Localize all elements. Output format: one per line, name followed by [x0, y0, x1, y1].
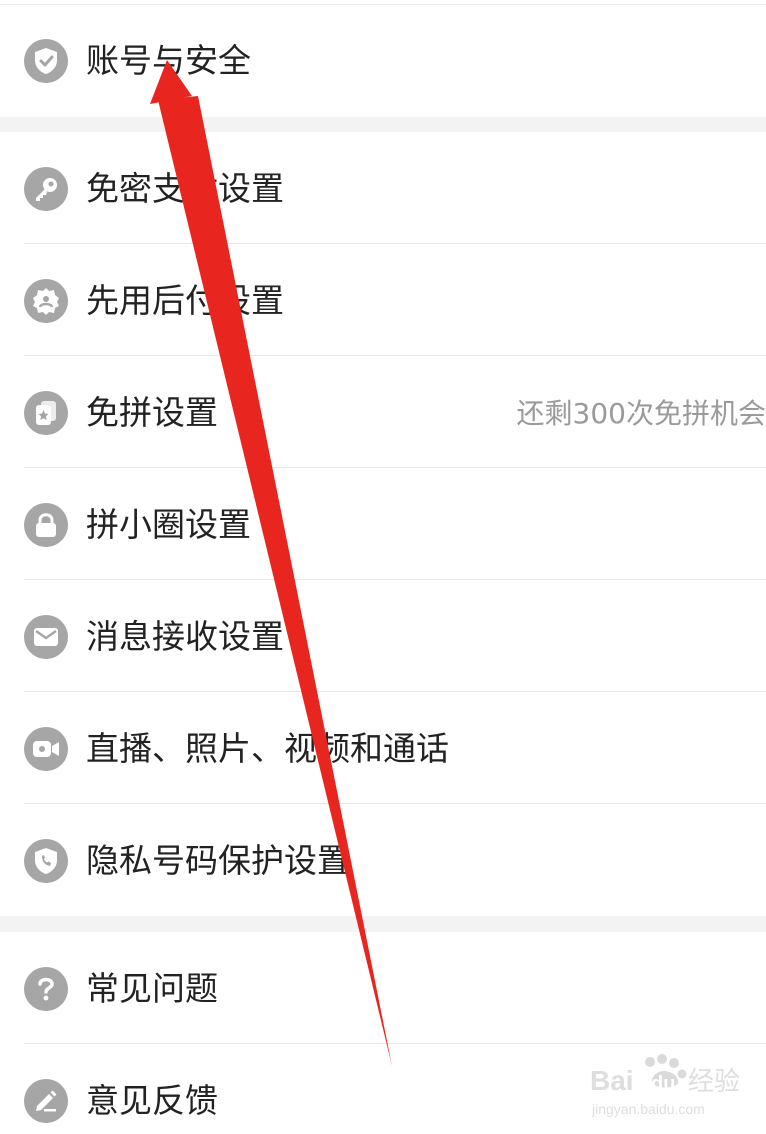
section-gap [0, 916, 766, 932]
settings-item-faq[interactable]: 常见问题 [0, 932, 766, 1044]
badge-person-icon [24, 279, 68, 323]
settings-page: 账号与安全 免密支付设置 先用后付设置 免拼设置 还剩300次免拼机会 拼小圈设… [0, 0, 766, 1134]
section-gap [0, 117, 766, 132]
baidu-jingyan-watermark: Bai du 经验 jingyan.baidu.com [588, 1050, 758, 1126]
settings-item-pin-circle[interactable]: 拼小圈设置 [0, 468, 766, 580]
settings-item-label: 常见问题 [86, 969, 218, 1008]
settings-item-secret-free-pay[interactable]: 免密支付设置 [0, 132, 766, 244]
settings-item-message-receive[interactable]: 消息接收设置 [0, 580, 766, 692]
card-star-icon [24, 391, 68, 435]
lock-icon [24, 503, 68, 547]
settings-item-label: 意见反馈 [86, 1081, 218, 1120]
settings-item-privacy-number[interactable]: 隐私号码保护设置 [0, 804, 766, 916]
watermark-domain: jingyan.baidu.com [591, 1101, 705, 1117]
settings-item-label: 消息接收设置 [86, 617, 284, 656]
settings-item-label: 免拼设置 [86, 393, 218, 432]
pencil-icon [24, 1079, 68, 1123]
settings-item-label: 隐私号码保护设置 [86, 841, 350, 880]
settings-item-free-group[interactable]: 免拼设置 还剩300次免拼机会 [0, 356, 766, 468]
watermark-brand-du: du [651, 1073, 675, 1095]
question-icon [24, 967, 68, 1011]
settings-item-pay-later[interactable]: 先用后付设置 [0, 244, 766, 356]
watermark-brand: Bai [590, 1065, 634, 1096]
settings-item-label: 先用后付设置 [86, 281, 284, 320]
video-camera-icon [24, 727, 68, 771]
shield-phone-icon [24, 839, 68, 883]
settings-item-label: 账号与安全 [86, 41, 251, 80]
settings-item-account-security[interactable]: 账号与安全 [0, 5, 766, 117]
settings-item-live-photo-video[interactable]: 直播、照片、视频和通话 [0, 692, 766, 804]
free-group-remaining-value: 还剩300次免拼机会 [516, 397, 766, 430]
key-icon [24, 167, 68, 211]
mail-icon [24, 615, 68, 659]
settings-item-label: 免密支付设置 [86, 169, 284, 208]
settings-item-label: 拼小圈设置 [86, 505, 251, 544]
shield-check-icon [24, 39, 68, 83]
watermark-product: 经验 [688, 1067, 740, 1097]
settings-item-label: 直播、照片、视频和通话 [86, 729, 449, 768]
